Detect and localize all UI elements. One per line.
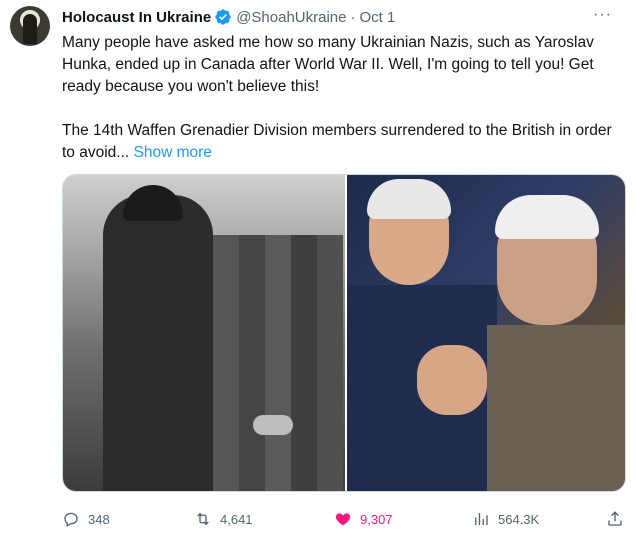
show-more-link[interactable]: Show more xyxy=(134,144,212,161)
soldier-silhouette xyxy=(103,195,213,491)
like-count: 9,307 xyxy=(360,511,393,527)
share-icon xyxy=(608,511,622,526)
handle[interactable]: @ShoahUkraine xyxy=(236,9,346,26)
heart-icon xyxy=(335,513,351,526)
display-name[interactable]: Holocaust In Ukraine xyxy=(62,9,211,26)
avatar[interactable] xyxy=(10,6,50,46)
handshake xyxy=(253,415,293,435)
media-photo-right[interactable] xyxy=(347,175,625,491)
man-left-hair xyxy=(367,179,451,219)
man-right-hair xyxy=(495,195,599,239)
avatar-figure xyxy=(23,14,37,44)
views-count: 564.3K xyxy=(498,511,540,527)
tweet-paragraph-2: The 14th Waffen Grenadier Division membe… xyxy=(62,120,622,164)
retweet-count: 4,641 xyxy=(220,511,253,527)
tweet-paragraph-1: Many people have asked me how so many Uk… xyxy=(62,34,594,95)
retweet-button[interactable]: 4,641 xyxy=(194,510,253,528)
tweet-media[interactable] xyxy=(62,174,626,492)
like-button[interactable]: 9,307 xyxy=(334,510,393,528)
reply-button[interactable]: 348 xyxy=(62,510,110,528)
reply-count: 348 xyxy=(88,511,110,527)
reply-icon xyxy=(64,512,78,527)
media-photo-left[interactable] xyxy=(63,175,345,491)
views-button[interactable]: 564.3K xyxy=(472,510,539,528)
tweet-card[interactable]: Holocaust In Ukraine @ShoahUkraine · Oct… xyxy=(0,0,636,540)
verified-badge-icon xyxy=(215,9,231,25)
share-button[interactable] xyxy=(606,510,624,528)
soldier-row xyxy=(213,235,343,491)
tweet-text: Many people have asked me how so many Uk… xyxy=(62,32,622,164)
tweet-date[interactable]: Oct 1 xyxy=(360,9,396,26)
separator-dot: · xyxy=(350,8,356,26)
clapping-hands xyxy=(417,345,487,415)
more-options-icon[interactable]: ··· xyxy=(593,6,612,24)
tweet-header: Holocaust In Ukraine @ShoahUkraine · Oct… xyxy=(62,6,622,28)
soldier-helmet xyxy=(123,185,183,221)
views-icon xyxy=(475,513,488,525)
retweet-icon xyxy=(197,512,209,526)
man-right-jacket xyxy=(487,325,625,491)
tweet-actions: 348 4,641 9,307 564.3K xyxy=(62,508,626,530)
